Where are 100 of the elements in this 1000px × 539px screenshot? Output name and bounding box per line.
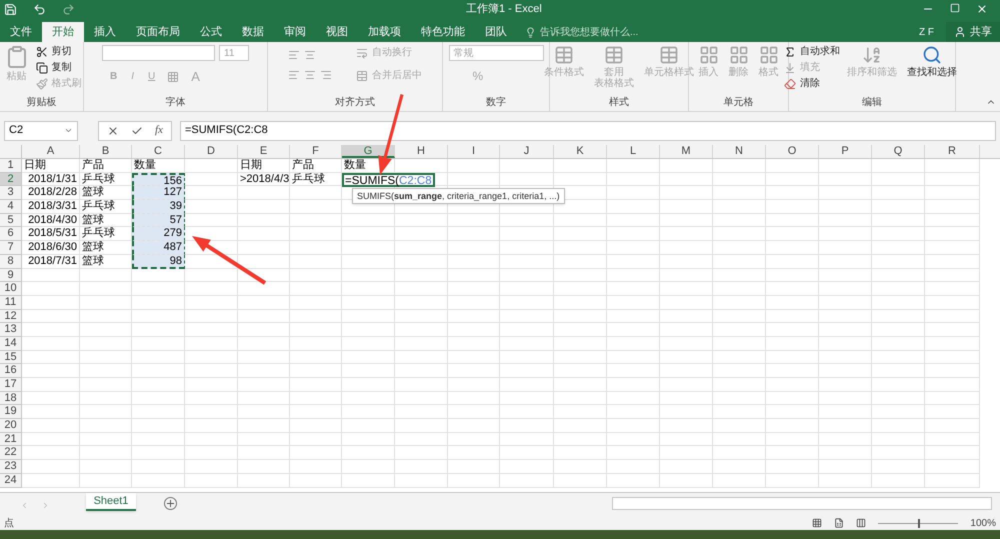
sort-icon — [862, 45, 882, 65]
function-tooltip: SUMIFS(sum_range, criteria_range1, criteria1, ...) — [352, 188, 565, 204]
enter-icon[interactable] — [131, 124, 143, 136]
column-header[interactable]: D — [185, 145, 238, 158]
row-header[interactable]: 3 — [0, 186, 22, 200]
column-header[interactable]: J — [500, 145, 554, 158]
sheet-tab[interactable]: Sheet1 — [86, 493, 136, 511]
close-icon[interactable] — [976, 3, 988, 15]
name-box[interactable]: C2 — [4, 120, 78, 140]
column-header[interactable]: C — [132, 145, 185, 158]
column-header[interactable]: P — [819, 145, 872, 158]
row-header[interactable]: 5 — [0, 214, 22, 228]
column-header[interactable]: E — [238, 145, 290, 158]
ribbon-tab[interactable]: 数据 — [232, 22, 274, 42]
ribbon-tab[interactable]: 开始 — [42, 22, 84, 42]
row-header[interactable]: 16 — [0, 364, 22, 378]
insert-function-button[interactable]: fx — [155, 122, 163, 139]
row-header[interactable]: 22 — [0, 446, 22, 460]
share-button[interactable]: 共享 — [946, 22, 1000, 42]
row-header[interactable]: 11 — [0, 296, 22, 310]
person-icon — [954, 26, 966, 38]
row-header[interactable]: 14 — [0, 336, 22, 351]
ribbon-tab[interactable]: 页面布局 — [126, 22, 190, 42]
ribbon-tab[interactable]: 加载项 — [358, 22, 411, 42]
table-cell: 487 — [132, 241, 185, 255]
column-header[interactable]: K — [554, 145, 607, 158]
column-header[interactable]: A — [22, 145, 80, 158]
group-label: 样式 — [608, 97, 630, 110]
page-layout-icon[interactable] — [834, 518, 844, 528]
zoom-level: 100% — [970, 516, 996, 530]
wrap-text-icon — [356, 46, 368, 58]
save-icon[interactable] — [4, 2, 17, 16]
ribbon-tab[interactable]: 审阅 — [274, 22, 316, 42]
row-header[interactable]: 19 — [0, 405, 22, 420]
find-select-button[interactable]: 查找和选择 — [904, 45, 960, 78]
sigma-icon — [784, 46, 796, 58]
clipboard-button[interactable]: 复制 — [36, 61, 82, 75]
row-header[interactable]: 20 — [0, 419, 22, 433]
undo-icon[interactable] — [33, 2, 46, 16]
font-name-field[interactable] — [102, 45, 215, 61]
grid-icon — [698, 45, 718, 65]
row-header[interactable]: 7 — [0, 241, 22, 255]
row-header[interactable]: 4 — [0, 200, 22, 214]
ribbon-tab[interactable]: 特色功能 — [411, 22, 475, 42]
tell-me-field[interactable]: 告诉我您想要做什么... — [540, 24, 710, 40]
table-cell: 127 — [132, 186, 185, 200]
ribbon-tab[interactable]: 团队 — [475, 22, 517, 42]
normal-view-icon[interactable] — [812, 518, 822, 528]
row-header[interactable]: 1 — [0, 159, 22, 173]
row-header[interactable]: 8 — [0, 254, 22, 268]
row-header[interactable]: 24 — [0, 474, 22, 488]
table-cell: >2018/4/3 — [238, 172, 290, 186]
table-cell: 279 — [132, 227, 185, 242]
editing-button[interactable]: 自动求和 — [784, 45, 840, 59]
column-header[interactable]: I — [448, 145, 500, 158]
column-header[interactable]: Q — [872, 145, 925, 158]
ribbon-tab[interactable]: 插入 — [84, 22, 126, 42]
cancel-icon[interactable] — [107, 124, 119, 136]
ribbon-tab[interactable]: 文件 — [0, 22, 42, 42]
column-header[interactable]: B — [80, 145, 132, 158]
table-cell: 2018/7/31 — [22, 254, 80, 268]
row-header[interactable]: 12 — [0, 310, 22, 324]
formula-field[interactable]: =SUMIFS(C2:C8 — [180, 120, 996, 140]
zoom-thumb[interactable] — [918, 518, 920, 528]
row-header[interactable]: 23 — [0, 460, 22, 474]
dropdown-icon — [64, 126, 73, 135]
column-header[interactable]: G — [342, 145, 395, 158]
column-header[interactable]: H — [395, 145, 448, 158]
column-header[interactable]: L — [607, 145, 660, 158]
add-sheet-icon[interactable] — [164, 497, 177, 510]
row-header[interactable]: 2 — [0, 172, 22, 186]
page-break-icon[interactable] — [856, 518, 866, 528]
row-header[interactable]: 10 — [0, 282, 22, 296]
row-header[interactable]: 17 — [0, 378, 22, 392]
table-cell: 2018/3/31 — [22, 200, 80, 214]
merge-cells-icon — [356, 70, 368, 82]
row-header[interactable]: 18 — [0, 392, 22, 406]
cell-editor[interactable]: =SUMIFS(C2:C8 — [342, 172, 435, 187]
ribbon-tab[interactable]: 视图 — [316, 22, 358, 42]
column-header[interactable]: R — [925, 145, 980, 158]
column-header[interactable]: M — [660, 145, 713, 158]
row-header[interactable]: 9 — [0, 268, 22, 282]
table-cell: 2018/5/31 — [22, 227, 80, 242]
table-cell: 产品 — [80, 159, 132, 173]
editing-button[interactable]: 清除 — [784, 77, 840, 91]
horizontal-scrollbar[interactable] — [612, 497, 992, 510]
paintbrush-icon — [36, 78, 48, 90]
ribbon-tab[interactable]: 公式 — [190, 22, 232, 42]
restore-icon[interactable] — [950, 3, 960, 13]
copy-icon — [36, 62, 48, 74]
row-header[interactable]: 21 — [0, 432, 22, 446]
clipboard-button[interactable]: 剪切 — [36, 45, 82, 59]
row-header[interactable]: 6 — [0, 227, 22, 242]
row-header[interactable]: 15 — [0, 350, 22, 364]
column-header[interactable]: N — [713, 145, 766, 158]
lightbulb-icon — [525, 26, 536, 38]
row-header[interactable]: 13 — [0, 323, 22, 337]
table-cell: 57 — [132, 214, 185, 228]
column-header[interactable]: O — [766, 145, 819, 158]
table-cell: 2018/2/28 — [22, 186, 80, 200]
